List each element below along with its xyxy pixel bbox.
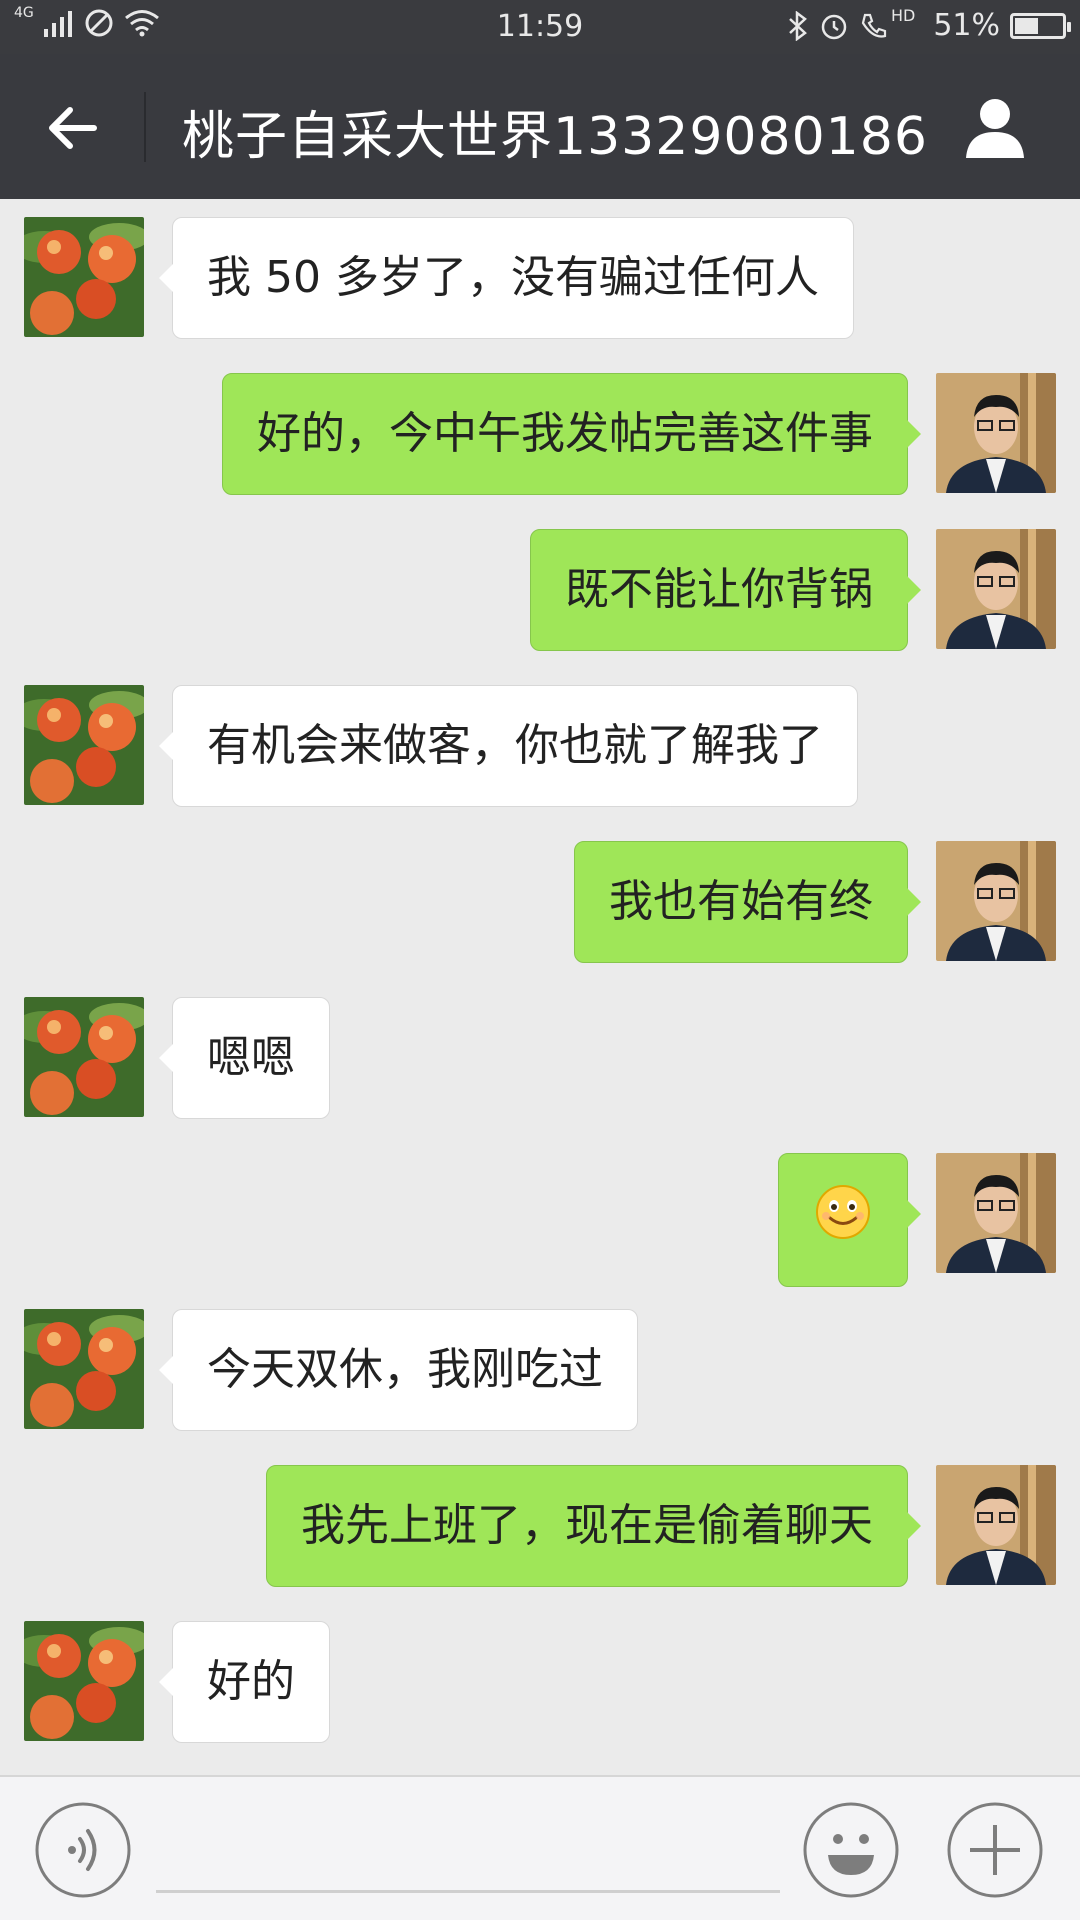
voice-input-icon[interactable] bbox=[34, 1801, 132, 1899]
alarm-icon bbox=[821, 14, 847, 39]
message-bubble[interactable]: 既不能让你背锅 bbox=[530, 529, 921, 651]
contact-avatar[interactable] bbox=[24, 685, 144, 805]
contact-avatar[interactable] bbox=[24, 1309, 144, 1429]
hd-call-icon bbox=[861, 13, 887, 38]
message-received: 我 50 多岁了，没有骗过任何人 bbox=[24, 217, 854, 339]
message-sent: 既不能让你背锅 bbox=[530, 529, 1056, 651]
message-bubble[interactable]: 我先上班了，现在是偷着聊天 bbox=[266, 1465, 921, 1587]
person-icon[interactable] bbox=[960, 92, 1030, 162]
smile-emoji-icon bbox=[816, 1185, 870, 1239]
my-avatar[interactable] bbox=[936, 1153, 1056, 1273]
my-avatar[interactable] bbox=[936, 1465, 1056, 1585]
back-arrow-icon[interactable] bbox=[42, 98, 102, 158]
more-options-plus-icon[interactable] bbox=[946, 1801, 1044, 1899]
message-sent: 我先上班了，现在是偷着聊天 bbox=[266, 1465, 1056, 1587]
message-bubble[interactable]: 好的 bbox=[159, 1621, 330, 1743]
message-sent bbox=[778, 1153, 1056, 1287]
message-input[interactable] bbox=[156, 1805, 780, 1893]
header-divider bbox=[144, 92, 146, 162]
message-received: 嗯嗯 bbox=[24, 997, 330, 1119]
message-received: 好的 bbox=[24, 1621, 330, 1743]
battery-percent: 51% bbox=[933, 8, 1000, 43]
message-bubble[interactable]: 我也有始有终 bbox=[574, 841, 921, 963]
chat-header: 桃子自采大世界13329080186 bbox=[0, 54, 1080, 199]
contact-avatar[interactable] bbox=[24, 217, 144, 337]
message-bubble[interactable]: 好的，今中午我发帖完善这件事 bbox=[222, 373, 921, 495]
battery-icon bbox=[1010, 12, 1071, 39]
chat-title: 桃子自采大世界13329080186 bbox=[182, 107, 928, 167]
contact-avatar[interactable] bbox=[24, 997, 144, 1117]
message-list: 我 50 多岁了，没有骗过任何人 好的，今中午我发帖完善这件事 既不能让你背锅 … bbox=[0, 199, 1080, 1775]
battery-level bbox=[1015, 17, 1039, 34]
status-bar: 4G 11:59 HD 51% bbox=[0, 0, 1080, 54]
message-bubble[interactable]: 我 50 多岁了，没有骗过任何人 bbox=[159, 217, 854, 339]
message-received: 有机会来做客，你也就了解我了 bbox=[24, 685, 858, 807]
message-sent: 好的，今中午我发帖完善这件事 bbox=[222, 373, 1056, 495]
message-received: 今天双休，我刚吃过 bbox=[24, 1309, 638, 1431]
input-bar bbox=[0, 1775, 1080, 1920]
hd-label: HD bbox=[890, 6, 916, 25]
my-avatar[interactable] bbox=[936, 373, 1056, 493]
message-sent: 我也有始有终 bbox=[574, 841, 1056, 963]
message-bubble[interactable]: 有机会来做客，你也就了解我了 bbox=[159, 685, 858, 807]
bluetooth-icon bbox=[789, 10, 807, 41]
my-avatar[interactable] bbox=[936, 529, 1056, 649]
message-bubble[interactable]: 嗯嗯 bbox=[159, 997, 330, 1119]
message-bubble[interactable] bbox=[778, 1153, 921, 1287]
my-avatar[interactable] bbox=[936, 841, 1056, 961]
emoji-icon[interactable] bbox=[802, 1801, 900, 1899]
contact-avatar[interactable] bbox=[24, 1621, 144, 1741]
message-bubble[interactable]: 今天双休，我刚吃过 bbox=[159, 1309, 638, 1431]
